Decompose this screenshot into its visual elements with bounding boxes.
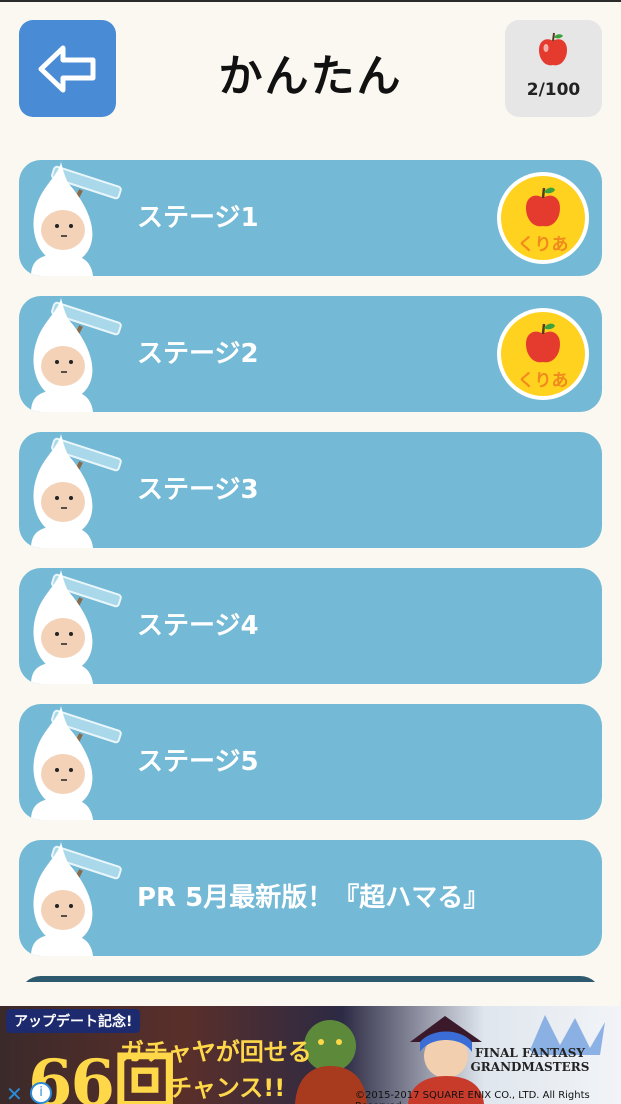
mascot-with-squeegee-icon — [31, 570, 122, 684]
clear-badge-icon: くりあ — [497, 308, 589, 400]
ad-banner[interactable]: アップデート記念! 66回 ガチャヤが回せる チャンス!! FINAL FANT… — [0, 1006, 621, 1104]
apple-count: 2/100 — [526, 80, 581, 100]
stage-row-partial[interactable] — [19, 976, 602, 982]
stage-row-4[interactable]: ステージ4 — [19, 568, 602, 684]
ad-tag: アップデート記念! — [6, 1009, 141, 1033]
ad-chance-text: チャンス!! — [168, 1074, 286, 1102]
stage-list[interactable]: ステージ1 くりあ ステージ2 くりあ ステージ3 ステージ4 ステージ5 PR… — [19, 160, 602, 982]
ad-close-icon[interactable]: ✕ — [6, 1082, 23, 1104]
status-divider — [0, 0, 621, 2]
stage-label: ステージ3 — [137, 475, 259, 505]
clear-badge-text: くりあ — [518, 371, 569, 391]
ad-copyright: ©2015-2017 SQUARE ENIX CO., LTD. All Rig… — [355, 1090, 590, 1104]
mascot-with-squeegee-icon — [31, 434, 122, 548]
stage-row-5[interactable]: ステージ5 — [19, 704, 602, 820]
ad-brand: FINAL FANTASY GRANDMASTERS — [470, 1046, 590, 1074]
mascot-with-squeegee-icon — [31, 162, 122, 276]
apple-icon — [539, 32, 567, 66]
pr-label: PR 5月最新版！『超ハマる』 — [137, 883, 490, 913]
stage-row-2[interactable]: ステージ2 くりあ — [19, 296, 602, 412]
stage-label: ステージ5 — [137, 747, 259, 777]
stage-label: ステージ4 — [137, 611, 259, 641]
stage-label: ステージ1 — [137, 203, 259, 233]
stage-row-1[interactable]: ステージ1 くりあ — [19, 160, 602, 276]
mascot-with-squeegee-icon — [31, 706, 122, 820]
apple-counter: 2/100 — [505, 20, 602, 117]
ad-gacha-text: ガチャヤが回せる — [120, 1038, 312, 1066]
mascot-with-squeegee-icon — [31, 842, 122, 956]
mascot-with-squeegee-icon — [31, 298, 122, 412]
ad-info-icon[interactable]: i — [30, 1082, 52, 1104]
stage-row-3[interactable]: ステージ3 — [19, 432, 602, 548]
stage-label: ステージ2 — [137, 339, 259, 369]
clear-badge-icon: くりあ — [497, 172, 589, 264]
clear-badge-text: くりあ — [518, 235, 569, 255]
pr-row[interactable]: PR 5月最新版！『超ハマる』 — [19, 840, 602, 956]
